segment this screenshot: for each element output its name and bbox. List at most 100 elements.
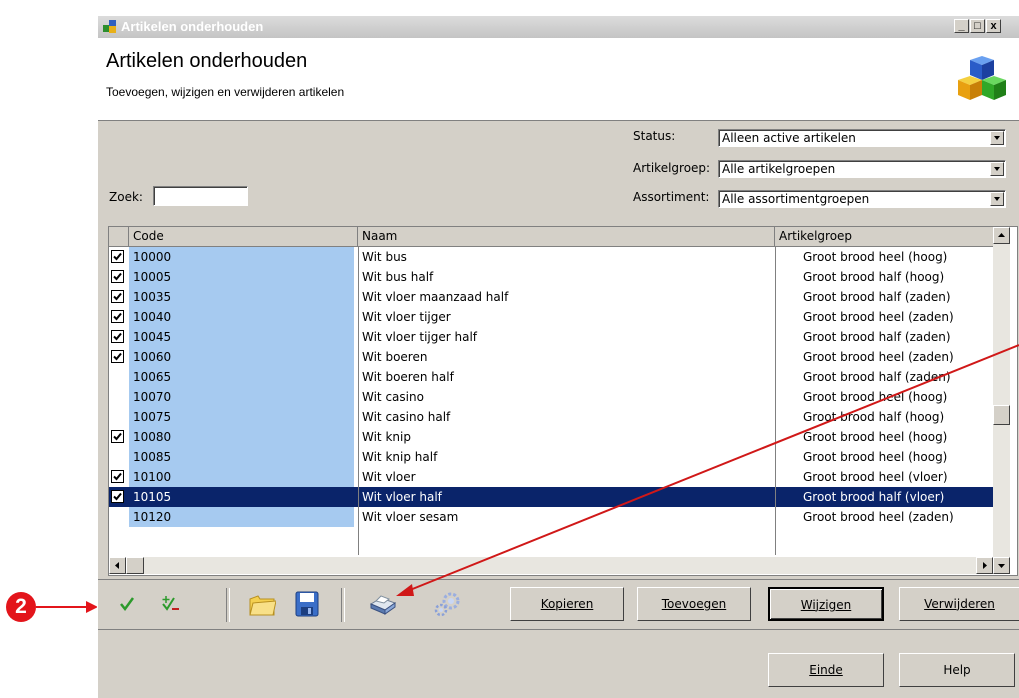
toevoegen-button[interactable]: Toevoegen: [637, 587, 751, 621]
cell-artikelgroep: Groot brood half (zaden): [803, 370, 951, 384]
vertical-scrollbar[interactable]: [993, 227, 1010, 557]
table-row[interactable]: 10070 Wit casino Groot brood heel (hoog): [109, 387, 994, 407]
row-checkbox[interactable]: [111, 370, 124, 383]
maximize-button[interactable]: □: [970, 19, 985, 33]
status-select[interactable]: Alleen active artikelen: [718, 129, 1006, 147]
table-row[interactable]: 10080 Wit knip Groot brood heel (hoog): [109, 427, 994, 447]
save-icon[interactable]: [294, 590, 320, 618]
help-label: Help: [943, 663, 971, 677]
table-row[interactable]: 10085 Wit knip half Groot brood heel (hoog…: [109, 447, 994, 467]
help-button[interactable]: Help: [899, 653, 1015, 687]
cell-naam: Wit bus half: [362, 270, 434, 284]
arrow-up-icon: [998, 233, 1005, 237]
column-header-code[interactable]: Code: [129, 227, 358, 247]
grid-header: Code Naam Artikelgroep: [109, 227, 994, 247]
artikelgroep-select[interactable]: Alle artikelgroepen: [718, 160, 1006, 178]
table-row[interactable]: 10035 Wit vloer maanzaad half Groot brood …: [109, 287, 994, 307]
table-row[interactable]: 10120 Wit vloer sesam Groot brood heel (za…: [109, 507, 994, 527]
checkmark-icon: [113, 472, 122, 481]
row-checkbox[interactable]: [111, 250, 124, 263]
table-row[interactable]: 10065 Wit boeren half Groot brood half (za…: [109, 367, 994, 387]
wijzigen-button[interactable]: Wijzigen: [768, 587, 884, 621]
row-checkbox[interactable]: [111, 270, 124, 283]
toevoegen-label: Toevoegen: [661, 597, 727, 611]
cell-naam: Wit knip half: [362, 450, 438, 464]
row-checkbox[interactable]: [111, 450, 124, 463]
assortiment-value: Alle assortimentgroepen: [722, 192, 870, 206]
wijzigen-label: Wijzigen: [800, 598, 852, 612]
row-checkbox[interactable]: [111, 470, 124, 483]
column-divider: [358, 247, 359, 555]
checkmark-icon: [113, 272, 122, 281]
table-row[interactable]: 10045 Wit vloer tijger half Groot brood ha…: [109, 327, 994, 347]
row-checkbox[interactable]: [111, 350, 124, 363]
scroll-thumb[interactable]: [993, 405, 1010, 425]
search-input[interactable]: [153, 186, 248, 206]
einde-button[interactable]: Einde: [768, 653, 884, 687]
table-row[interactable]: 10060 Wit boeren Groot brood heel (zaden): [109, 347, 994, 367]
artikelgroep-label: Artikelgroep:: [633, 161, 711, 175]
table-row[interactable]: 10040 Wit vloer tijger Groot brood heel (z…: [109, 307, 994, 327]
close-button[interactable]: x: [986, 19, 1001, 33]
cell-naam: Wit knip: [362, 430, 411, 444]
kopieren-label: Kopieren: [540, 597, 594, 611]
chevron-down-icon[interactable]: [990, 162, 1004, 176]
articles-grid[interactable]: Code Naam Artikelgroep 10000 Wit bus Groot…: [108, 226, 1018, 576]
scroll-down-button[interactable]: [993, 557, 1010, 574]
column-header-naam[interactable]: Naam: [358, 227, 775, 247]
verwijderen-button[interactable]: Verwijderen: [899, 587, 1019, 621]
cell-artikelgroep: Groot brood half (hoog): [803, 410, 945, 424]
print-icon[interactable]: [367, 592, 399, 616]
table-row[interactable]: 10105 Wit vloer half Groot brood half (vlo…: [109, 487, 994, 507]
row-checkbox[interactable]: [111, 430, 124, 443]
checkmark-icon: [113, 332, 122, 341]
horizontal-scrollbar[interactable]: [109, 557, 993, 574]
row-checkbox[interactable]: [111, 490, 124, 503]
table-row[interactable]: 10005 Wit bus half Groot brood half (hoog): [109, 267, 994, 287]
cell-artikelgroep: Groot brood heel (vloer): [803, 470, 948, 484]
grid-body: 10000 Wit bus Groot brood heel (hoog) 10005…: [109, 247, 994, 557]
cell-naam: Wit casino half: [362, 410, 451, 424]
cell-naam: Wit vloer tijger half: [362, 330, 478, 344]
folder-icon[interactable]: [248, 591, 276, 617]
chevron-down-icon[interactable]: [990, 192, 1004, 206]
check-toggle-icon[interactable]: [160, 594, 182, 614]
arrow-left-icon: [115, 562, 119, 569]
cell-code: 10075: [129, 407, 354, 427]
kopieren-button[interactable]: Kopieren: [510, 587, 624, 621]
settings-gears-icon[interactable]: [432, 590, 462, 618]
table-row[interactable]: 10000 Wit bus Groot brood heel (hoog): [109, 247, 994, 267]
row-checkbox[interactable]: [111, 310, 124, 323]
cell-naam: Wit boeren half: [362, 370, 454, 384]
column-header-artikelgroep[interactable]: Artikelgroep: [775, 227, 994, 247]
row-checkbox[interactable]: [111, 510, 124, 523]
scroll-left-button[interactable]: [109, 557, 126, 574]
annotation-arrow-left: [36, 601, 98, 613]
artikelgroep-value: Alle artikelgroepen: [722, 162, 836, 176]
status-value: Alleen active artikelen: [722, 131, 856, 145]
title-bar[interactable]: Artikelen onderhouden _ □ x: [98, 16, 1019, 38]
table-row[interactable]: 10075 Wit casino half Groot brood half (ho…: [109, 407, 994, 427]
scroll-right-button[interactable]: [976, 557, 993, 574]
arrow-right-icon: [983, 562, 987, 569]
minimize-button[interactable]: _: [954, 19, 969, 33]
zoek-label: Zoek:: [109, 190, 143, 204]
row-checkbox[interactable]: [111, 330, 124, 343]
row-checkbox[interactable]: [111, 390, 124, 403]
checkmark-icon: [113, 292, 122, 301]
row-checkbox[interactable]: [111, 410, 124, 423]
check-all-icon[interactable]: [118, 595, 136, 613]
chevron-down-icon[interactable]: [990, 131, 1004, 145]
row-checkbox[interactable]: [111, 290, 124, 303]
colored-cubes-icon: [958, 56, 1006, 100]
cell-code: 10105: [129, 487, 354, 507]
cell-code: 10070: [129, 387, 354, 407]
scroll-up-button[interactable]: [993, 227, 1010, 244]
cell-naam: Wit bus: [362, 250, 407, 264]
table-row[interactable]: 10100 Wit vloer Groot brood heel (vloer): [109, 467, 994, 487]
assortiment-select[interactable]: Alle assortimentgroepen: [718, 190, 1006, 208]
cell-naam: Wit vloer tijger: [362, 310, 451, 324]
checkmark-icon: [113, 312, 122, 321]
cell-code: 10005: [129, 267, 354, 287]
hscroll-thumb[interactable]: [126, 557, 144, 574]
